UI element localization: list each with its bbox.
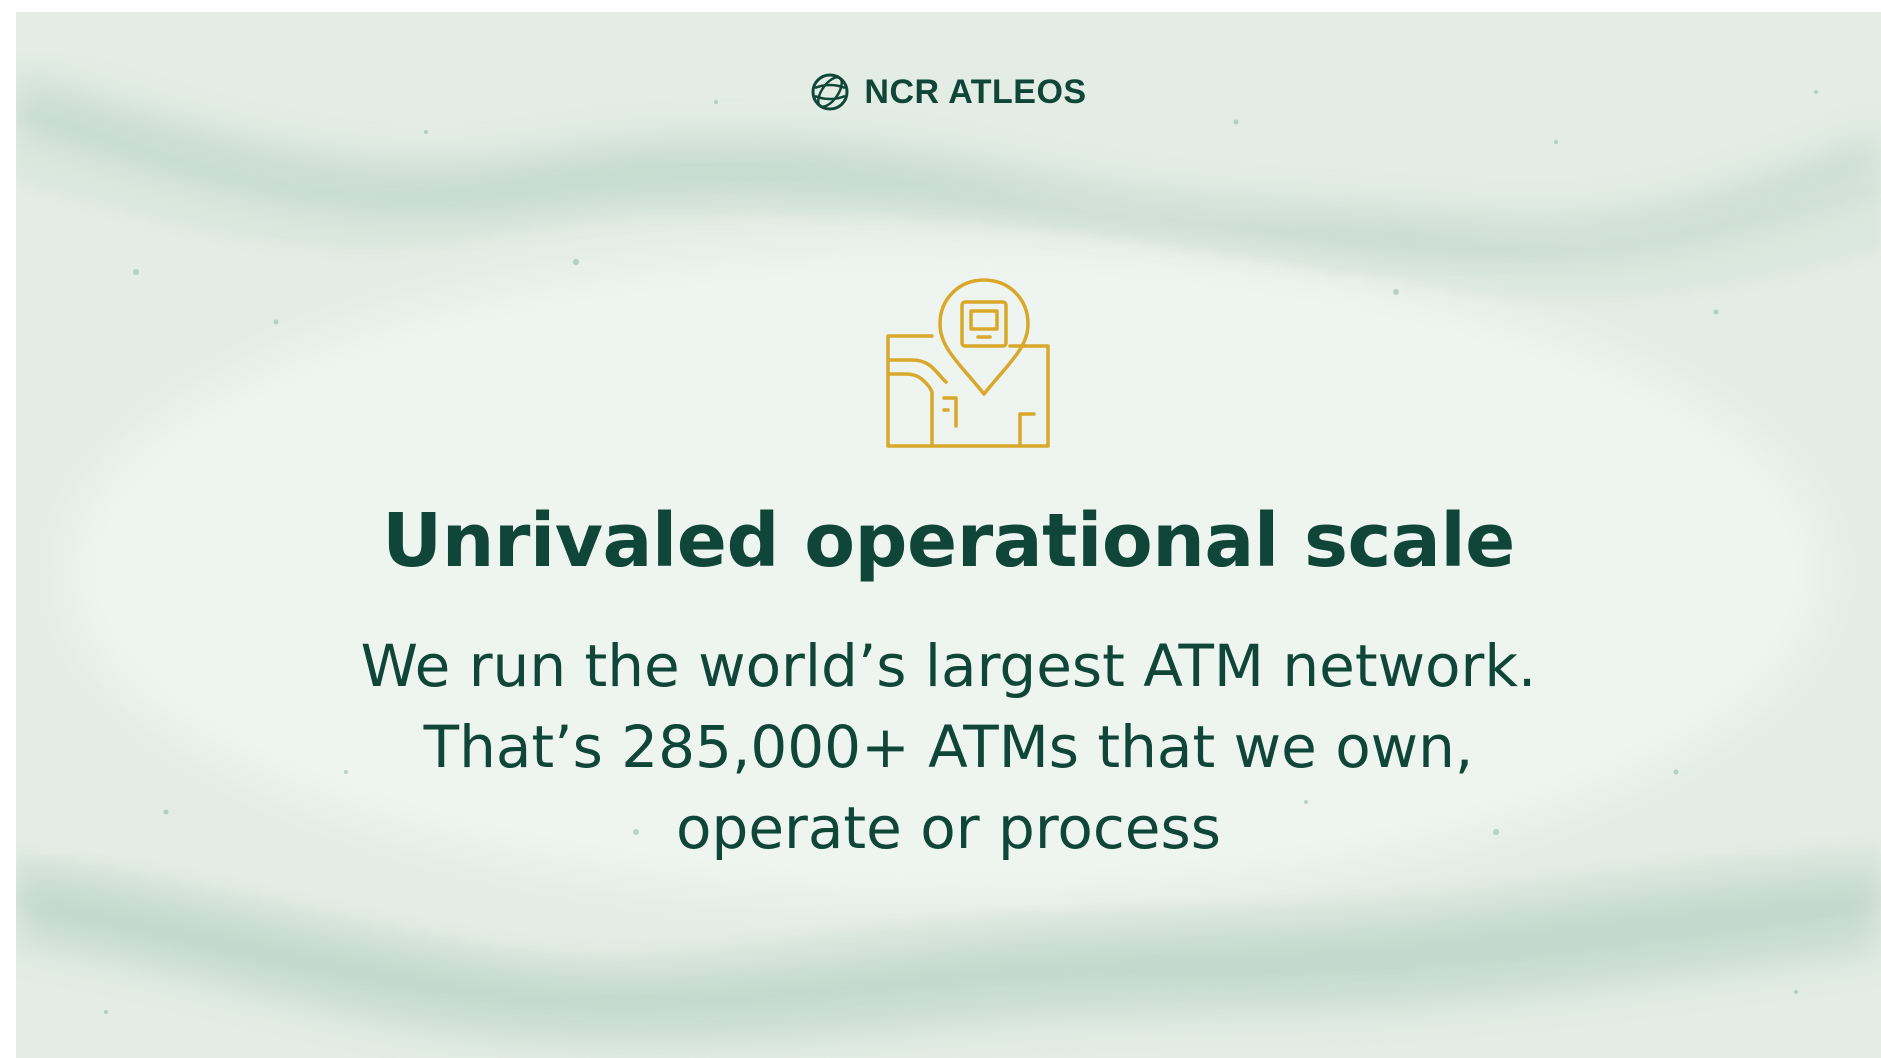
body-line: operate or process xyxy=(676,794,1221,862)
body-text: We run the world’s largest ATM network. … xyxy=(16,626,1881,869)
brand-header: NCR ATLEOS xyxy=(16,72,1881,112)
brand-name: NCR ATLEOS xyxy=(864,72,1087,111)
slide: NCR ATLEOS Unrivaled operational scale W… xyxy=(16,12,1881,1058)
atm-location-pin-map-icon xyxy=(886,278,1050,448)
globe-icon xyxy=(811,73,849,111)
body-line: That’s 285,000+ ATMs that we own, xyxy=(423,713,1474,781)
body-line: We run the world’s largest ATM network. xyxy=(360,632,1537,700)
headline: Unrivaled operational scale xyxy=(382,498,1515,584)
